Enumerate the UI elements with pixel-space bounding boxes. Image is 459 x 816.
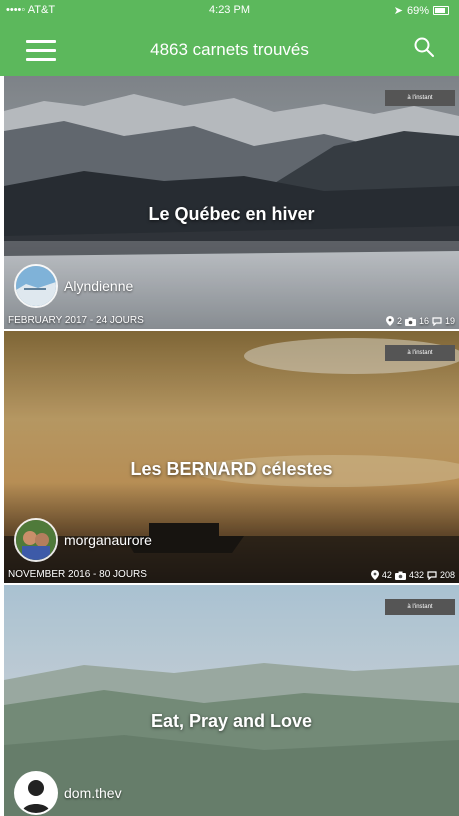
travel-card[interactable]: à l'instant Les BERNARD célestes morgana… (4, 331, 459, 583)
battery-percent: 69% (406, 4, 429, 17)
trip-dates: FEBRUARY 2017 - 24 JOURS (8, 315, 144, 326)
map-pin-icon (385, 316, 394, 326)
card-title: Le Québec en hiver (148, 204, 315, 224)
author-name: Alyndienne (64, 278, 134, 294)
status-bar: ••••◦ AT&T 4:23 PM ➤ 69% (0, 0, 459, 22)
camera-icon (394, 571, 406, 580)
comments-count: 19 (444, 316, 455, 326)
comments-count: 208 (439, 570, 455, 580)
battery-status: ➤ 69% (394, 4, 449, 17)
avatar (14, 518, 58, 562)
search-button[interactable] (413, 36, 437, 60)
time-badge: à l'instant (385, 90, 455, 106)
search-icon (414, 37, 434, 57)
places-count: 2 (396, 316, 402, 326)
avatar (14, 264, 58, 308)
author-name: morganaurore (64, 532, 152, 548)
default-user-icon (16, 773, 56, 813)
time-badge: à l'instant (385, 599, 455, 615)
time-badge: à l'instant (385, 345, 455, 361)
location-arrow-icon: ➤ (393, 5, 403, 17)
battery-icon (433, 6, 449, 15)
places-count: 42 (381, 570, 392, 580)
photos-count: 16 (418, 316, 429, 326)
trip-stats: 2 16 19 (385, 316, 455, 326)
card-author[interactable]: Alyndienne (14, 264, 133, 308)
comment-icon (427, 570, 437, 580)
photos-count: 432 (408, 570, 424, 580)
clock: 4:23 PM (209, 4, 250, 16)
author-name: dom.thev (64, 785, 122, 801)
camera-icon (404, 317, 416, 326)
card-author[interactable]: morganaurore (14, 518, 152, 562)
map-pin-icon (370, 570, 379, 580)
trip-dates: NOVEMBER 2016 - 80 JOURS (8, 569, 147, 580)
travel-card[interactable]: à l'instant Eat, Pray and Love dom.thev (4, 585, 459, 816)
card-author[interactable]: dom.thev (14, 771, 122, 815)
comment-icon (432, 316, 442, 326)
card-title: Les BERNARD célestes (130, 459, 333, 479)
page-title: 4863 carnets trouvés (150, 40, 309, 59)
avatar (14, 771, 58, 815)
travel-card[interactable]: à l'instant Le Québec en hiver Alyndienn… (4, 76, 459, 329)
top-nav-bar: 4863 carnets trouvés (0, 22, 459, 76)
card-title: Eat, Pray and Love (150, 711, 313, 731)
trip-stats: 42 432 208 (370, 570, 455, 580)
